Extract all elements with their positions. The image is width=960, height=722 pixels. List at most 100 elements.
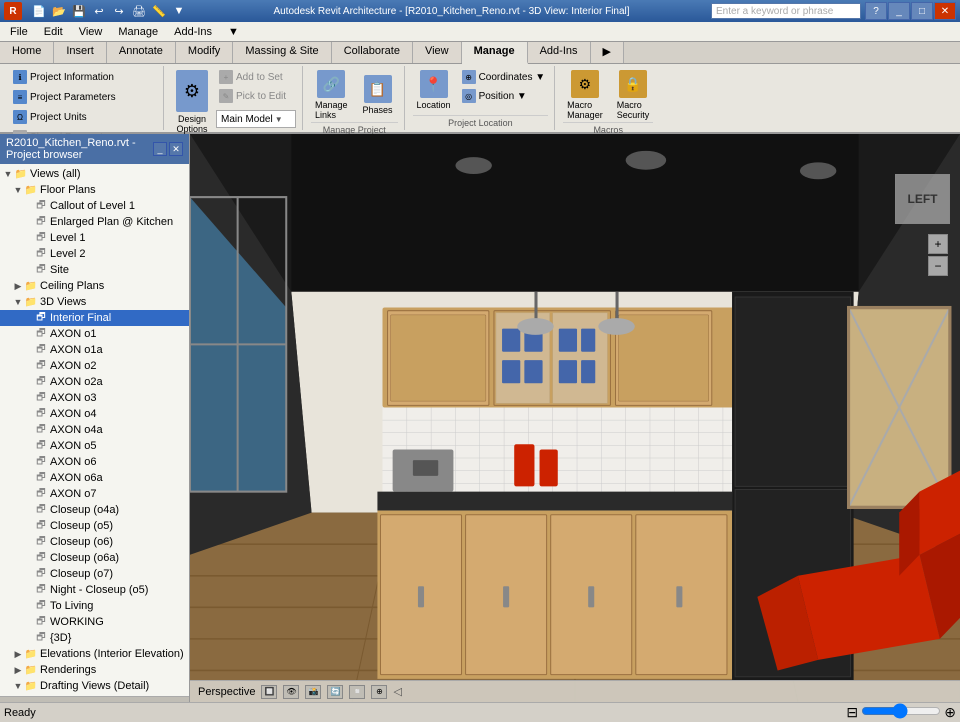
tree-item-ceiling-plans[interactable]: ▶📁Ceiling Plans	[0, 278, 189, 294]
tree-label: Closeup (o6)	[50, 536, 113, 548]
tree-item-to-living[interactable]: 🗗To Living	[0, 598, 189, 614]
project-info-btn[interactable]: ℹ Project Information	[10, 68, 117, 86]
tree-label: Level 2	[50, 248, 85, 260]
tab-manage[interactable]: Manage	[462, 42, 528, 64]
qa-new[interactable]: 📄	[30, 2, 48, 20]
macro-security-btn[interactable]: 🔒 MacroSecurity	[613, 68, 654, 122]
tree-label: Closeup (o6a)	[50, 552, 119, 564]
tree-item-level2[interactable]: 🗗Level 2	[0, 246, 189, 262]
sidebar-resize-handle[interactable]	[0, 696, 189, 702]
position-icon: ◎	[462, 89, 476, 103]
tab-view[interactable]: View	[413, 42, 462, 63]
menu-manage[interactable]: Manage	[110, 24, 166, 40]
maximize-btn[interactable]: □	[911, 2, 933, 20]
tree-item-closeup-o6a[interactable]: 🗗Closeup (o6a)	[0, 550, 189, 566]
tree-item-axon-o2a[interactable]: 🗗AXON o2a	[0, 374, 189, 390]
tab-home[interactable]: Home	[0, 42, 54, 63]
close-btn[interactable]: ✕	[934, 2, 956, 20]
minimize-btn[interactable]: _	[888, 2, 910, 20]
tree-item-closeup-o4a[interactable]: 🗗Closeup (o4a)	[0, 502, 189, 518]
menu-addins[interactable]: Add-Ins	[166, 24, 220, 40]
tree-item-axon-o4[interactable]: 🗗AXON o4	[0, 406, 189, 422]
qa-redo[interactable]: ↪	[110, 2, 128, 20]
qa-save[interactable]: 💾	[70, 2, 88, 20]
sidebar-ctrl2[interactable]: ✕	[169, 142, 183, 156]
tree-item-working[interactable]: 🗗WORKING	[0, 614, 189, 630]
tree-item-axon-o1a[interactable]: 🗗AXON o1a	[0, 342, 189, 358]
tree-item-3d-views[interactable]: ▼📁3D Views	[0, 294, 189, 310]
phases-btn[interactable]: 📋 Phases	[358, 73, 398, 117]
tab-collaborate[interactable]: Collaborate	[332, 42, 413, 63]
sidebar-ctrl1[interactable]: _	[153, 142, 167, 156]
menu-file[interactable]: File	[2, 24, 36, 40]
tree-item-callout-level1[interactable]: 🗗Callout of Level 1	[0, 198, 189, 214]
tree-item-axon-o4a[interactable]: 🗗AXON o4a	[0, 422, 189, 438]
zoom-slider[interactable]	[861, 705, 941, 717]
viewport[interactable]: LEFT + − Perspective 🔲 👁 📸 🔄 ◽ ⊕ ◁	[190, 134, 960, 702]
vp-btn6[interactable]: ⊕	[371, 685, 387, 699]
tree-item-elevations[interactable]: ▶📁Elevations (Interior Elevation)	[0, 646, 189, 662]
ribbon-group-design-options: ⚙ DesignOptions + Add to Set ✎ Pick to E…	[166, 66, 303, 130]
tree-item-floor-plans[interactable]: ▼📁Floor Plans	[0, 182, 189, 198]
menu-view[interactable]: View	[71, 24, 111, 40]
qa-undo[interactable]: ↩	[90, 2, 108, 20]
vp-btn1[interactable]: 🔲	[261, 685, 277, 699]
tree-folder-icon: 📁	[14, 167, 28, 181]
tree-item-axon-o2[interactable]: 🗗AXON o2	[0, 358, 189, 374]
help-btn[interactable]: ?	[865, 2, 887, 20]
project-units-btn[interactable]: Ω Project Units	[10, 108, 90, 126]
tree-item-views-all[interactable]: ▼📁Views (all)	[0, 166, 189, 182]
qa-dropdown[interactable]: ▼	[170, 2, 188, 20]
vp-btn5[interactable]: ◽	[349, 685, 365, 699]
tree-item-axon-o6a[interactable]: 🗗AXON o6a	[0, 470, 189, 486]
menu-edit[interactable]: Edit	[36, 24, 71, 40]
tree-item-axon-o7[interactable]: 🗗AXON o7	[0, 486, 189, 502]
pick-to-edit-btn[interactable]: ✎ Pick to Edit	[216, 87, 296, 105]
tree-label: AXON o4	[50, 408, 96, 420]
tab-modify[interactable]: Modify	[176, 42, 233, 63]
tree-item-drafting-views[interactable]: ▼📁Drafting Views (Detail)	[0, 678, 189, 694]
design-options-dropdown[interactable]: Main Model ▼	[216, 110, 296, 128]
coordinates-btn[interactable]: ⊕ Coordinates ▼	[459, 68, 549, 86]
tab-massing[interactable]: Massing & Site	[233, 42, 331, 63]
search-box[interactable]: Enter a keyword or phrase	[711, 3, 861, 19]
tree-item-renderings[interactable]: ▶📁Renderings	[0, 662, 189, 678]
tree-item-axon-o5[interactable]: 🗗AXON o5	[0, 438, 189, 454]
tree-item-closeup-o5[interactable]: 🗗Closeup (o5)	[0, 518, 189, 534]
tree-label: AXON o5	[50, 440, 96, 452]
qa-open[interactable]: 📂	[50, 2, 68, 20]
tree-view-icon: 🗗	[34, 423, 48, 437]
location-btn[interactable]: 📍 Location	[413, 68, 455, 112]
vp-btn2[interactable]: 👁	[283, 685, 299, 699]
macro-manager-btn[interactable]: ⚙ MacroManager	[563, 68, 607, 122]
add-to-set-btn[interactable]: + Add to Set	[216, 68, 296, 86]
vp-btn3[interactable]: 📸	[305, 685, 321, 699]
tree-item-level1[interactable]: 🗗Level 1	[0, 230, 189, 246]
zoom-in-btn[interactable]: +	[928, 234, 948, 254]
tree-item-closeup-o7[interactable]: 🗗Closeup (o7)	[0, 566, 189, 582]
design-options-btn[interactable]: ⚙ DesignOptions	[172, 68, 212, 136]
tab-more[interactable]: ▶	[591, 42, 624, 63]
tree-item-enlarged-plan[interactable]: 🗗Enlarged Plan @ Kitchen	[0, 214, 189, 230]
qa-measure[interactable]: 📏	[150, 2, 168, 20]
tab-annotate[interactable]: Annotate	[107, 42, 176, 63]
nav-cube[interactable]: LEFT	[895, 174, 950, 224]
tree-item-axon-o6[interactable]: 🗗AXON o6	[0, 454, 189, 470]
tree-item-closeup-o6[interactable]: 🗗Closeup (o6)	[0, 534, 189, 550]
position-btn[interactable]: ◎ Position ▼	[459, 87, 549, 105]
qa-print[interactable]: 🖨	[130, 2, 148, 20]
tree-item-site[interactable]: 🗗Site	[0, 262, 189, 278]
tree-item-axon-o3[interactable]: 🗗AXON o3	[0, 390, 189, 406]
tree-item-interior-final[interactable]: 🗗Interior Final	[0, 310, 189, 326]
location-small-group: ⊕ Coordinates ▼ ◎ Position ▼	[459, 68, 549, 105]
tab-addins[interactable]: Add-Ins	[528, 42, 591, 63]
tree-item-axon-o1[interactable]: 🗗AXON o1	[0, 326, 189, 342]
tree-item-3d[interactable]: 🗗{3D}	[0, 630, 189, 646]
manage-links-btn[interactable]: 🔗 ManageLinks	[311, 68, 352, 122]
tree-item-night-closeup[interactable]: 🗗Night - Closeup (o5)	[0, 582, 189, 598]
vp-btn4[interactable]: 🔄	[327, 685, 343, 699]
zoom-out-btn[interactable]: −	[928, 256, 948, 276]
menu-more[interactable]: ▼	[220, 24, 247, 40]
tab-insert[interactable]: Insert	[54, 42, 107, 63]
project-params-btn[interactable]: ≡ Project Parameters	[10, 88, 119, 106]
